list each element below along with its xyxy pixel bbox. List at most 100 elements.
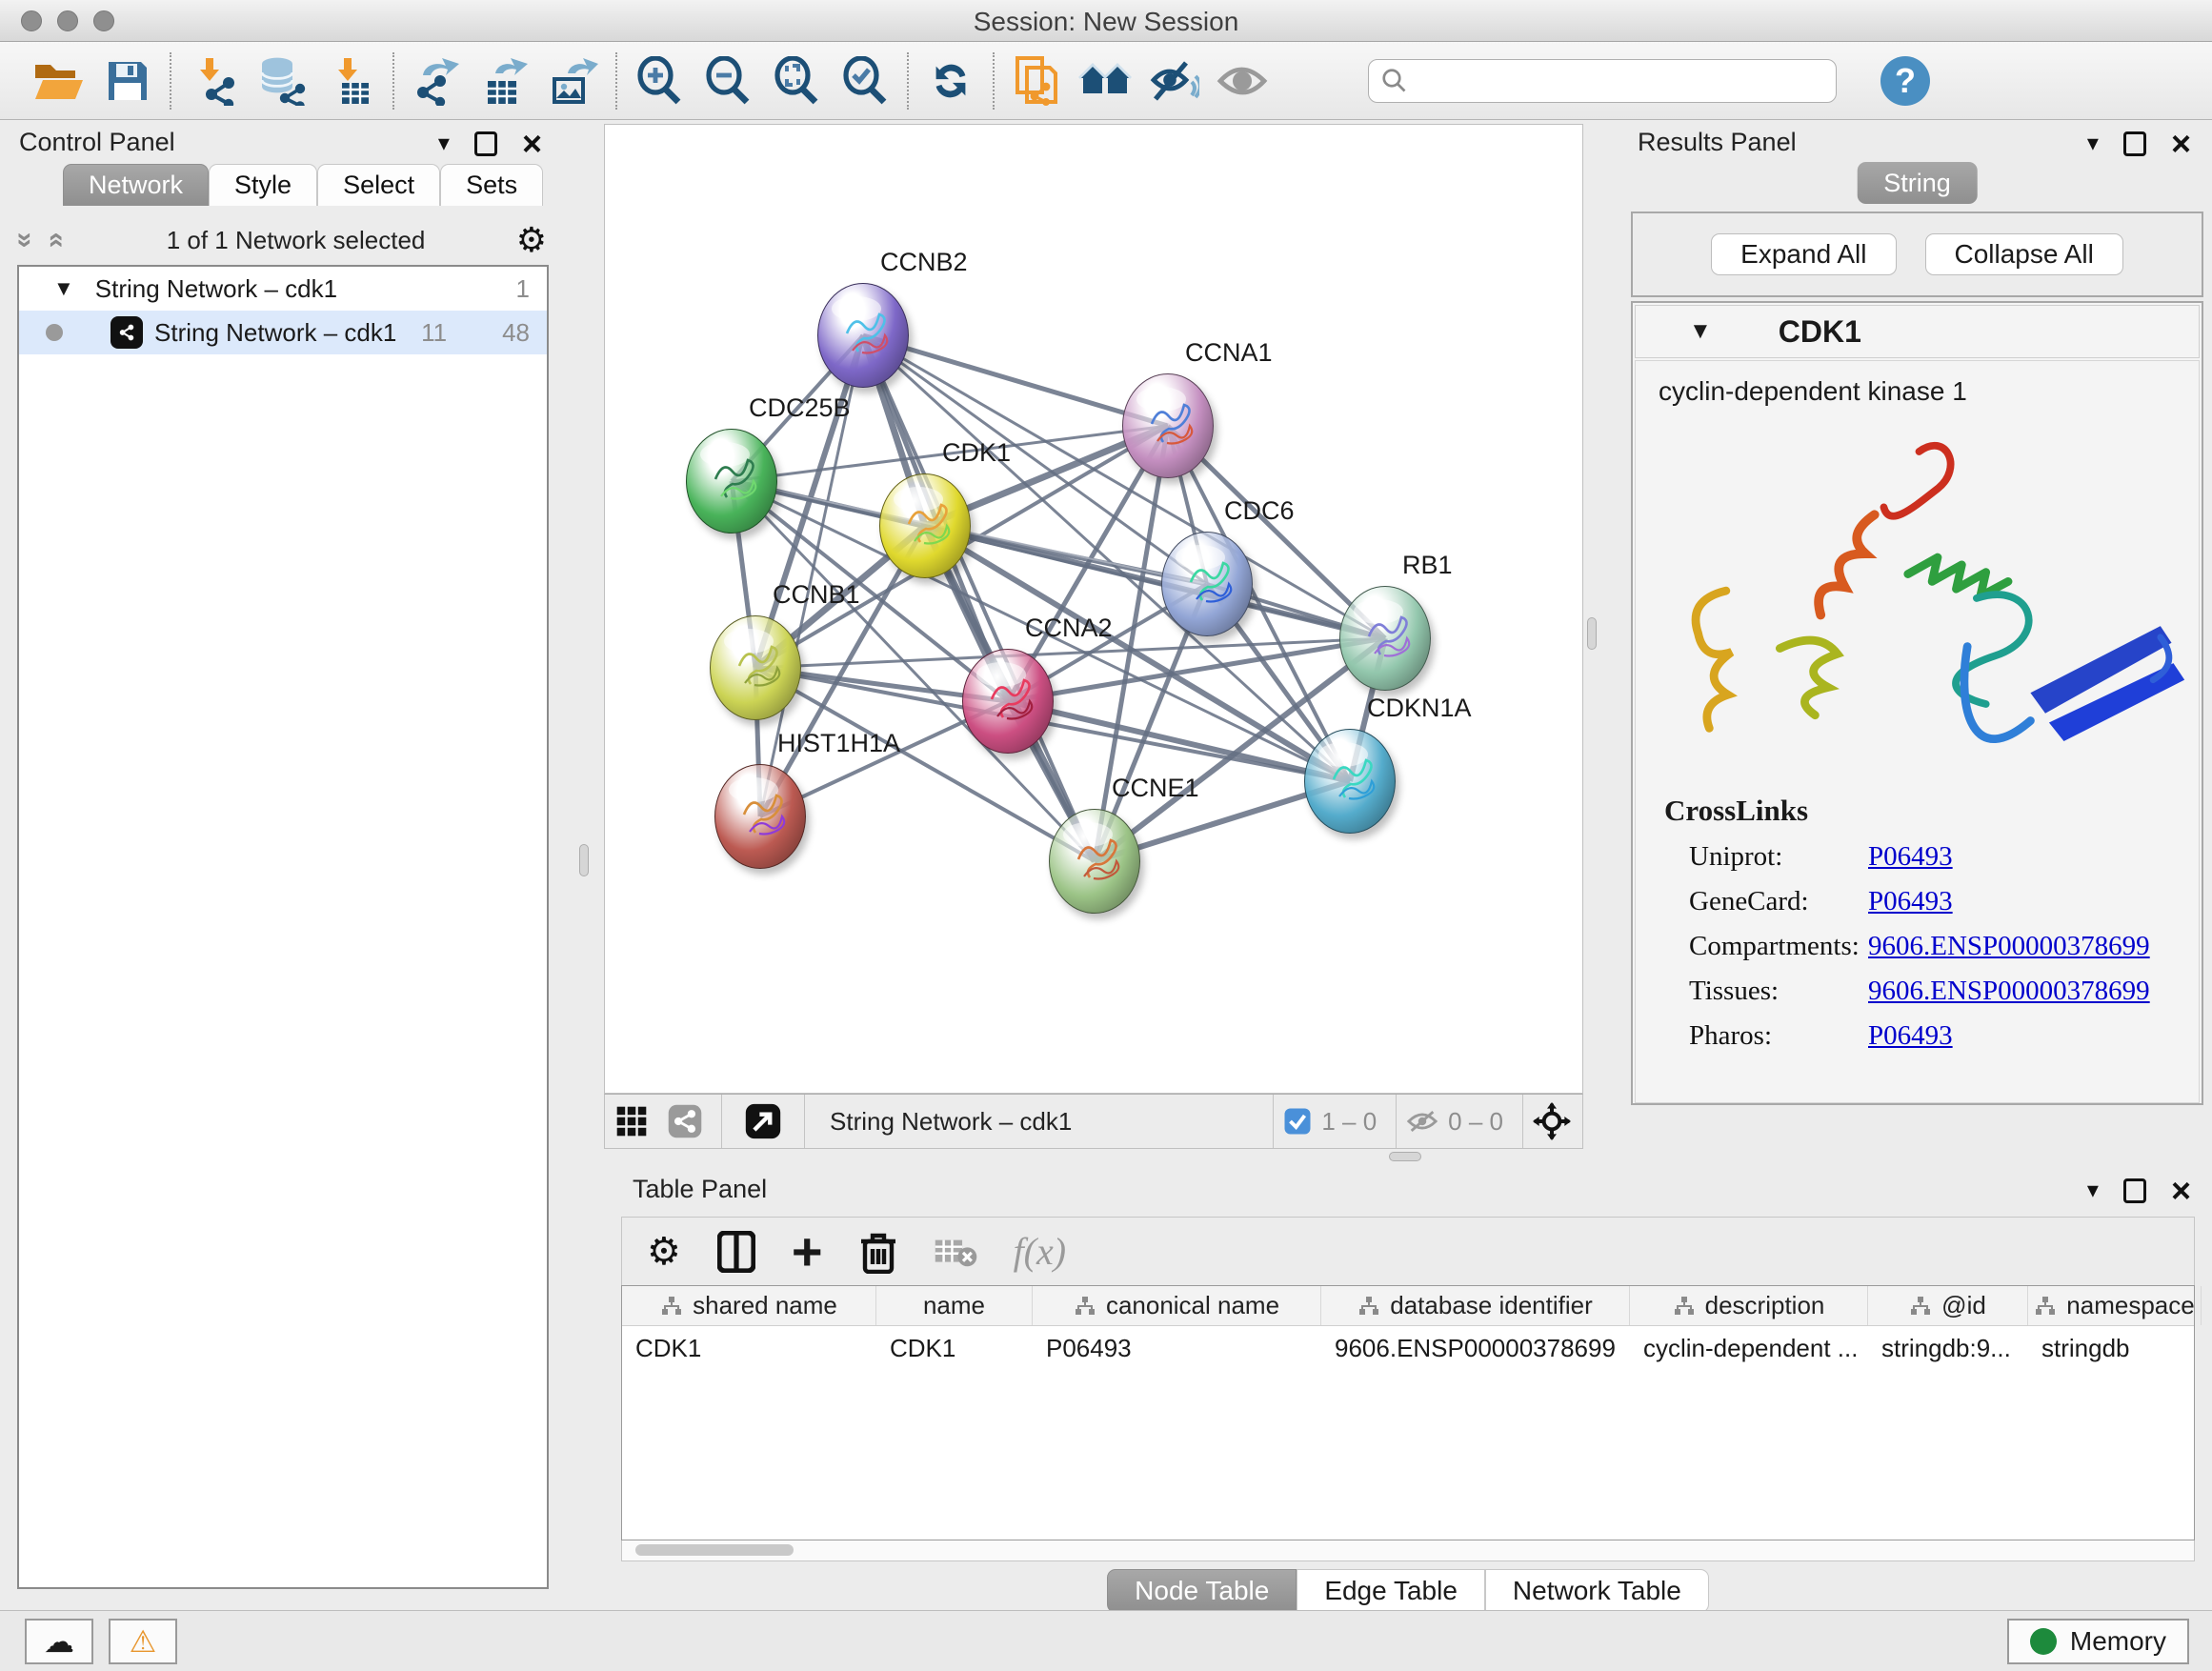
function-builder-icon[interactable]: f(x) [1014, 1229, 1067, 1274]
table-horizontal-scrollbar[interactable] [621, 1540, 2195, 1561]
results-panel-float-icon[interactable]: ▾ [2087, 130, 2099, 157]
add-column-icon[interactable]: + [792, 1233, 823, 1271]
delete-column-icon[interactable] [859, 1230, 897, 1274]
refresh-view-icon[interactable] [916, 51, 985, 111]
collapse-all-button[interactable]: Collapse All [1925, 233, 2123, 275]
open-session-icon[interactable] [25, 51, 93, 111]
tab-network[interactable]: Network [63, 164, 209, 206]
selected-checkbox-icon[interactable] [1283, 1107, 1312, 1136]
warnings-button[interactable]: ⚠ [109, 1619, 177, 1664]
network-node-cdc6[interactable] [1161, 532, 1253, 636]
left-splitter-handle[interactable] [579, 844, 589, 876]
save-session-icon[interactable] [93, 51, 162, 111]
birds-eye-grid-icon[interactable] [605, 1092, 658, 1151]
pan-crosshair-icon[interactable] [1533, 1102, 1571, 1140]
section-collapse-icon[interactable]: ▼ [1689, 318, 1712, 345]
toolbar-separator [993, 52, 995, 110]
protein-structure-image [1636, 414, 2202, 776]
collection-count: 1 [516, 274, 530, 304]
search-input[interactable] [1368, 59, 1837, 103]
table-panel-float-icon[interactable]: ▾ [2087, 1177, 2099, 1204]
memory-button[interactable]: Memory [2007, 1619, 2189, 1664]
right-splitter-handle[interactable] [1587, 617, 1597, 650]
network-node-ccnb2[interactable] [817, 283, 909, 388]
open-in-window-icon[interactable] [732, 1092, 794, 1151]
network-options-gear-icon[interactable]: ⚙ [516, 220, 547, 260]
table-panel-maximize-icon[interactable] [2123, 1178, 2146, 1203]
export-image-icon[interactable] [539, 51, 608, 111]
column-header-canonical-name[interactable]: canonical name [1033, 1286, 1321, 1325]
column-header-namespace[interactable]: namespace [2028, 1286, 2202, 1325]
network-node-cdk1[interactable] [879, 473, 971, 578]
show-columns-icon[interactable] [717, 1231, 755, 1273]
collapse-all-networks-icon[interactable]: » [9, 232, 41, 249]
import-table-file-icon[interactable] [316, 51, 385, 111]
control-panel-float-icon[interactable]: ▾ [438, 130, 450, 157]
help-button[interactable]: ? [1880, 56, 1930, 106]
crosslink-uniprot-link[interactable]: P06493 [1868, 841, 1953, 873]
protein-structure-thumbnail [818, 284, 910, 389]
protein-structure-thumbnail [963, 650, 1055, 755]
node-label-hist1h1a: HIST1H1A [777, 729, 900, 758]
show-graphics-details-icon[interactable] [1208, 51, 1277, 111]
network-node-cdc25b[interactable] [686, 429, 777, 534]
export-network-icon[interactable] [402, 51, 471, 111]
network-node-ccna2[interactable] [962, 649, 1054, 754]
home-icon[interactable] [1071, 51, 1139, 111]
expand-all-button[interactable]: Expand All [1711, 233, 1896, 275]
network-node-ccne1[interactable] [1049, 809, 1140, 914]
crosslink-genecard-link[interactable]: P06493 [1868, 886, 1953, 917]
zoom-fit-icon[interactable] [762, 51, 831, 111]
protein-structure-thumbnail [1305, 730, 1397, 835]
bottom-splitter-handle[interactable] [1389, 1152, 1421, 1161]
control-panel-close-icon[interactable]: × [522, 131, 542, 156]
tab-sets[interactable]: Sets [440, 164, 543, 206]
results-panel-maximize-icon[interactable] [2123, 131, 2146, 156]
clone-network-icon[interactable] [1002, 51, 1071, 111]
table-settings-gear-icon[interactable]: ⚙ [647, 1230, 681, 1274]
collection-expand-icon[interactable]: ▼ [53, 276, 74, 301]
network-share-icon[interactable] [658, 1092, 712, 1151]
import-network-file-icon[interactable] [179, 51, 248, 111]
tab-network-table[interactable]: Network Table [1485, 1569, 1709, 1613]
results-panel-close-icon[interactable]: × [2171, 131, 2191, 156]
network-node-ccnb1[interactable] [710, 615, 801, 720]
toggle-visibility-icon[interactable] [1139, 51, 1208, 111]
table-panel-close-icon[interactable]: × [2171, 1178, 2191, 1203]
crosslink-tissues-link[interactable]: 9606.ENSP00000378699 [1868, 976, 2150, 1007]
expand-all-networks-icon[interactable]: » [38, 232, 70, 249]
tab-string[interactable]: String [1857, 162, 1978, 204]
tab-node-table[interactable]: Node Table [1107, 1569, 1297, 1613]
column-header-description[interactable]: description [1630, 1286, 1868, 1325]
hidden-eye-icon[interactable] [1406, 1108, 1438, 1135]
crosslink-label: Pharos: [1689, 1020, 1868, 1052]
zoom-out-icon[interactable] [694, 51, 762, 111]
crosslink-pharos-link[interactable]: P06493 [1868, 1020, 1953, 1052]
export-table-icon[interactable] [471, 51, 539, 111]
control-panel-maximize-icon[interactable] [474, 131, 497, 156]
network-canvas[interactable]: CCNB2 CCNA1 CDC25B CDK1 CDC6 RB1 CCNB1 [604, 124, 1583, 1094]
scrollbar-thumb[interactable] [635, 1544, 794, 1556]
network-node-hist1h1a[interactable] [714, 764, 806, 869]
delete-table-icon[interactable] [934, 1235, 977, 1269]
zoom-selected-icon[interactable] [831, 51, 899, 111]
table-cell: P06493 [1033, 1326, 1321, 1368]
network-node-cdkn1a[interactable] [1304, 729, 1396, 834]
tab-edge-table[interactable]: Edge Table [1297, 1569, 1485, 1613]
network-row[interactable]: String Network – cdk1 11 48 [19, 311, 547, 354]
tab-style[interactable]: Style [209, 164, 317, 206]
network-collection-row[interactable]: ▼ String Network – cdk1 1 [19, 267, 547, 311]
network-node-rb1[interactable] [1339, 586, 1431, 691]
column-header--id[interactable]: @id [1868, 1286, 2028, 1325]
network-node-ccna1[interactable] [1122, 373, 1214, 478]
import-network-database-icon[interactable] [248, 51, 316, 111]
tab-select[interactable]: Select [317, 164, 440, 206]
crosslink-compartments-link[interactable]: 9606.ENSP00000378699 [1868, 931, 2150, 962]
table-row[interactable]: CDK1CDK1P064939606.ENSP00000378699cyclin… [622, 1326, 2194, 1368]
column-header-database-identifier[interactable]: database identifier [1321, 1286, 1630, 1325]
cloud-status-button[interactable]: ☁ [25, 1619, 93, 1664]
column-header-name[interactable]: name [876, 1286, 1033, 1325]
zoom-in-icon[interactable] [625, 51, 694, 111]
node-section-header[interactable]: ▼ CDK1 [1635, 305, 2200, 358]
column-header-shared-name[interactable]: shared name [622, 1286, 876, 1325]
